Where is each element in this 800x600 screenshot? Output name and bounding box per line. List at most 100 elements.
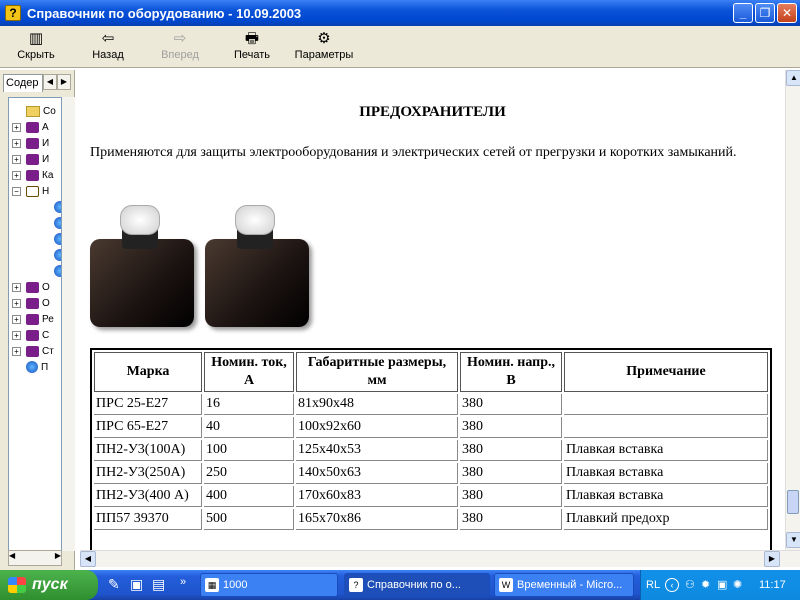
tree-item[interactable]: + Ка (9, 167, 53, 183)
tree-item[interactable] (37, 215, 61, 231)
table-cell: ПН2-У3(100А) (94, 440, 202, 461)
tree-item[interactable]: + С (9, 327, 49, 343)
expand-icon[interactable]: + (12, 346, 21, 356)
tree-item[interactable]: + И (9, 151, 49, 167)
expand-icon[interactable]: + (12, 282, 21, 292)
start-button[interactable]: пуск (0, 570, 98, 600)
expand-icon[interactable]: + (12, 170, 21, 180)
table-cell: Плавкая вставка (564, 463, 768, 484)
book-icon (26, 329, 39, 341)
back-arrow-icon: ⇦ (101, 30, 115, 47)
tree-item-label: Со (43, 105, 56, 117)
table-cell: ПН2-У3(400 А) (94, 486, 202, 507)
table-row: ПП57 39370 500 165х70х86 380 Плавкий предохр (94, 509, 768, 530)
title-bar: ? Справочник по оборудованию - 10.09.200… (0, 0, 800, 26)
window-title: Справочник по оборудованию - 10.09.2003 (27, 5, 302, 21)
quicklaunch-more-icon[interactable]: » (180, 576, 186, 588)
content-horizontal-scrollbar[interactable]: ◀ ▶ (80, 550, 800, 567)
hide-icon: ▥ (28, 30, 44, 47)
tree-item[interactable] (37, 247, 61, 263)
expand-icon[interactable]: + (12, 298, 21, 308)
minimize-button[interactable]: _ (733, 3, 753, 23)
tray-monitor-icon[interactable]: ▣ (717, 570, 727, 600)
scroll-thumb[interactable] (787, 490, 799, 514)
tree-item[interactable]: Со (9, 103, 56, 119)
tray-network-icon[interactable]: ⚇ (685, 570, 695, 600)
column-header: Номин. напр., В (460, 352, 562, 392)
tree-item-label: И (42, 137, 50, 149)
tree-item[interactable] (37, 231, 61, 247)
printer-icon: 🖶 (244, 30, 260, 47)
scroll-left-button[interactable]: ◀ (80, 551, 96, 567)
system-tray: RL ‹ ⚇ ✹ ▣ ✺ 11:17 (640, 570, 800, 600)
back-button[interactable]: ⇦ Назад (88, 29, 128, 61)
tab-scroll-right-button[interactable]: ▶ (57, 74, 71, 90)
tree-item[interactable]: + О (9, 279, 50, 295)
tree-item-label: И (42, 153, 50, 165)
tree-item[interactable]: + Ст (9, 343, 54, 359)
book-icon (26, 281, 39, 293)
tree-item[interactable]: + Ре (9, 311, 54, 327)
clock: 11:17 (759, 579, 786, 591)
tree-item[interactable]: П (9, 359, 48, 375)
table-cell: 380 (460, 440, 562, 461)
expand-icon[interactable]: + (12, 330, 21, 340)
book-icon (26, 153, 39, 165)
close-button[interactable]: ✕ (777, 3, 797, 23)
forward-label: Вперед (161, 49, 199, 61)
tab-contents[interactable]: Содер (3, 74, 43, 92)
maximize-button[interactable]: ❐ (755, 3, 775, 23)
tray-expand-icon[interactable]: ‹ (665, 578, 679, 592)
tree-item[interactable] (37, 263, 61, 279)
options-button[interactable]: ⚙ Параметры (292, 29, 356, 61)
taskbar-item[interactable]: W Временный - Micro... (494, 573, 634, 597)
tree-item-label: Ст (42, 345, 54, 357)
tree-item[interactable] (37, 199, 61, 215)
column-header: Марка (94, 352, 202, 392)
taskbar-item[interactable]: ▦ 1000 (200, 573, 338, 597)
help-task-icon: ? (349, 578, 363, 592)
tree-item-label: О (42, 281, 50, 293)
table-cell: 400 (204, 486, 294, 507)
tray-bug-icon[interactable]: ✺ (733, 570, 742, 600)
topic-description: Применяются для защиты электрооборудован… (90, 145, 737, 160)
table-cell: ПРС 25-Е27 (94, 394, 202, 415)
tree-horizontal-scrollbar[interactable]: ◀ ▶ (8, 550, 62, 566)
quicklaunch-pen-icon[interactable]: ✎ (108, 576, 120, 593)
quicklaunch-app-icon[interactable]: ▤ (152, 576, 165, 593)
expand-icon[interactable]: + (12, 154, 21, 164)
forward-button[interactable]: ⇨ Вперед (156, 29, 204, 61)
tree-item[interactable]: − Н (9, 183, 49, 199)
expand-icon[interactable]: + (12, 122, 21, 132)
taskbar: пуск ✎ ▣ ▤ » ▦ 1000 ? Справочник по о...… (0, 570, 800, 600)
scroll-right-button[interactable]: ▶ (764, 551, 780, 567)
page-title: ПРЕДОХРАНИТЕЛИ (359, 104, 506, 120)
tree-item[interactable]: + И (9, 135, 49, 151)
back-label: Назад (92, 49, 124, 61)
tree-item[interactable]: + О (9, 295, 50, 311)
tab-scroll-left-button[interactable]: ◀ (43, 74, 57, 90)
collapse-icon[interactable]: − (12, 186, 21, 196)
topic-content: ПРЕДОХРАНИТЕЛИ Применяются для защиты эл… (80, 70, 785, 550)
table-cell: 170х60х83 (296, 486, 458, 507)
page-icon (54, 249, 61, 261)
taskbar-item-active[interactable]: ? Справочник по о... (344, 573, 490, 597)
hide-button[interactable]: ▥ Скрыть (12, 29, 60, 61)
print-button[interactable]: 🖶 Печать (230, 29, 274, 61)
language-indicator[interactable]: RL (646, 570, 660, 600)
tree-item[interactable]: + А (9, 119, 49, 135)
taskbar-item-label: Справочник по о... (367, 579, 461, 591)
table-cell: 40 (204, 417, 294, 438)
scroll-down-button[interactable]: ▼ (786, 532, 800, 548)
tree-vertical-scrollbar[interactable] (62, 97, 75, 551)
quicklaunch-save-icon[interactable]: ▣ (130, 576, 143, 593)
scroll-right-icon[interactable]: ▶ (55, 551, 61, 565)
tray-antivirus-icon[interactable]: ✹ (701, 570, 710, 600)
scroll-left-icon[interactable]: ◀ (9, 551, 15, 565)
scroll-up-button[interactable]: ▲ (786, 70, 800, 86)
tree-item-label: П (41, 361, 49, 373)
expand-icon[interactable]: + (12, 138, 21, 148)
expand-icon[interactable]: + (12, 314, 21, 324)
content-vertical-scrollbar[interactable]: ▲ ▼ (785, 70, 800, 550)
book-icon (26, 121, 39, 133)
